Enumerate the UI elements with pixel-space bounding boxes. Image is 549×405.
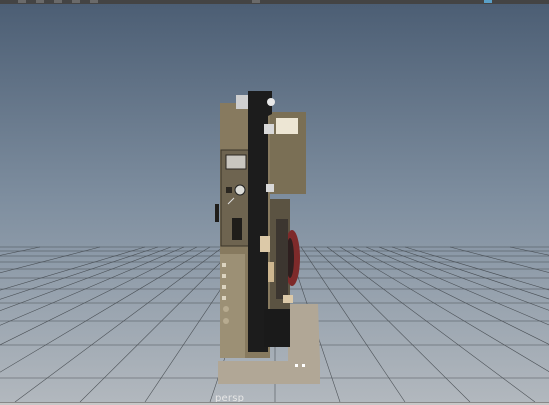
gate-block (283, 295, 293, 303)
claw (268, 262, 274, 282)
panel-switch (222, 296, 226, 300)
film-roller (276, 118, 298, 134)
base-light-right (302, 364, 305, 367)
snap-curve-icon[interactable] (36, 0, 44, 3)
handle-top (236, 95, 248, 109)
panel-switch (222, 285, 226, 289)
panel-knob (223, 318, 229, 324)
snap-plane-icon[interactable] (72, 0, 80, 3)
maya-workspace: persp (0, 0, 549, 405)
viewport-scene[interactable] (0, 4, 549, 402)
snap-surface-icon[interactable] (90, 0, 98, 3)
base-light-left (295, 364, 298, 367)
panel-knob (223, 306, 229, 312)
reel-frame (276, 219, 288, 299)
dial-knob (234, 184, 246, 196)
camera-label: persp (215, 393, 245, 402)
top-sprocket (267, 98, 275, 106)
panel-switch (222, 274, 226, 278)
side-latch (215, 204, 219, 222)
camera-icon[interactable] (484, 0, 492, 3)
snap-grid-icon[interactable] (18, 0, 26, 3)
gate-block (260, 236, 270, 252)
belt-guide (266, 184, 274, 192)
render-icon[interactable] (252, 0, 260, 3)
power-switch (232, 218, 242, 240)
lower-panel (220, 254, 245, 358)
perspective-viewport[interactable]: persp (0, 4, 549, 402)
panel-switch (222, 263, 226, 267)
projector-base-back (288, 304, 320, 361)
lower-drive (264, 309, 290, 347)
selector-switch (226, 187, 232, 193)
belt-guide (264, 124, 274, 134)
snap-point-icon[interactable] (54, 0, 62, 3)
meter-gauge (225, 154, 247, 170)
